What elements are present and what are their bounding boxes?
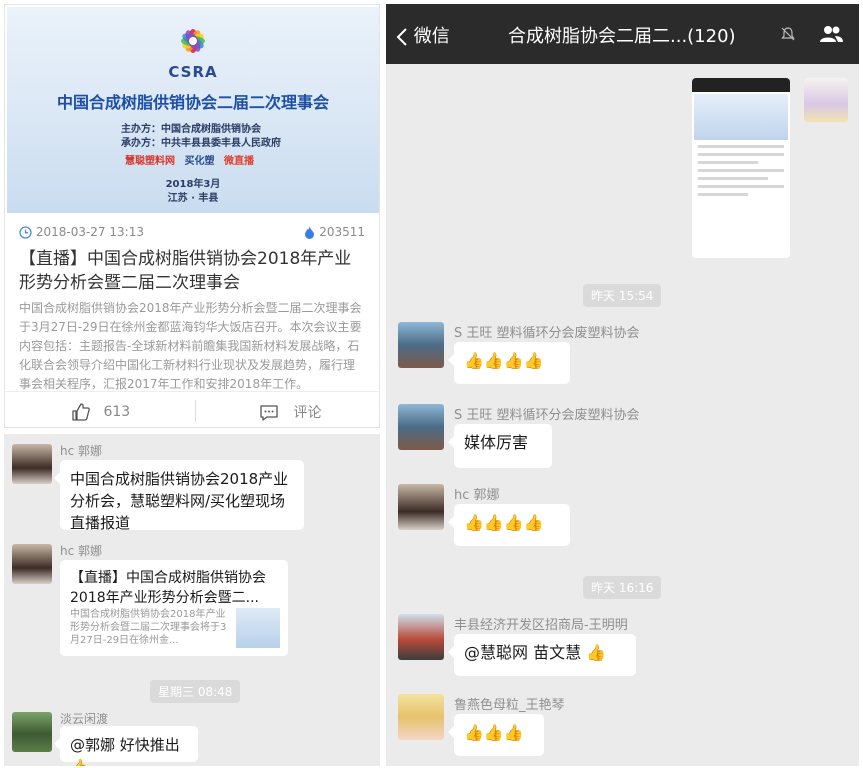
link-card-thumbnail — [236, 608, 280, 648]
article-meta: 2018-03-27 13:13 203511 — [19, 223, 365, 243]
screenshot-line — [698, 161, 758, 164]
article-card[interactable]: CSRA 中国合成树脂供销协会二届二次理事会 主办方：中国合成树脂供销协会 承办… — [4, 4, 380, 428]
screenshot-line — [698, 193, 748, 196]
message-bubble[interactable]: 中国合成树脂供销协会2018产业分析会，慧聪塑料网/买化塑现场直播报道 — [54, 460, 304, 532]
avatar[interactable] — [398, 614, 444, 660]
back-button[interactable]: 微信 — [396, 22, 450, 48]
article-title[interactable]: 【直播】中国合成树脂供销协会2018年产业形势分析会暨二届二次理事会 — [19, 247, 365, 295]
like-count: 613 — [103, 404, 131, 420]
clock-icon — [19, 226, 32, 239]
like-button[interactable]: 613 — [71, 402, 130, 422]
time-divider: 昨天 15:54 — [583, 284, 662, 307]
sender-name: 淡云闲渡 — [60, 712, 109, 726]
message-bubble[interactable]: @慧聪网 苗文慧 👍 — [448, 634, 636, 676]
screenshot-message[interactable] — [692, 78, 790, 258]
comment-button[interactable]: 评论 — [259, 402, 321, 422]
message-bubble[interactable]: 👍👍👍👍 — [448, 504, 570, 546]
chat-panel-left: hc 郭娜 中国合成树脂供销协会2018产业分析会，慧聪塑料网/买化塑现场直播报… — [4, 434, 380, 766]
screenshot-header — [692, 78, 790, 92]
thumbs-up-icon — [72, 403, 90, 421]
avatar[interactable] — [804, 78, 848, 122]
avatar[interactable] — [398, 694, 444, 740]
mute-icon — [781, 27, 795, 41]
comment-label: 评论 — [293, 405, 322, 421]
link-card-title: 【直播】中国合成树脂供销协会2018年产业形势分析会暨二... — [70, 570, 266, 606]
avatar[interactable] — [12, 544, 52, 584]
screenshot-line — [698, 185, 784, 188]
chat-panel-right: 微信 合成树脂协会二届二...(120) 昨天 15:54 S 王旺 塑料循环分… — [386, 4, 859, 766]
article-banner: CSRA 中国合成树脂供销协会二届二次理事会 主办方：中国合成树脂供销协会 承办… — [7, 7, 379, 213]
screenshot-line — [698, 169, 784, 172]
screenshot-line — [698, 153, 784, 156]
article-actions: 613 评论 — [5, 391, 379, 427]
sender-name: hc 郭娜 — [454, 488, 500, 503]
link-card-description: 中国合成树脂供销协会2018年产业形势分析会暨二届二次理事会将于3月27日-29… — [70, 609, 227, 646]
article-views: 203511 — [304, 225, 365, 239]
banner-date: 2018年3月 — [165, 179, 221, 190]
chat-title: 合成树脂协会二届二...(120) — [508, 26, 736, 47]
avatar[interactable] — [398, 484, 444, 530]
comment-icon — [260, 405, 278, 421]
chat-header: 微信 合成树脂协会二届二...(120) — [386, 4, 859, 64]
avatar[interactable] — [12, 444, 52, 484]
sender-name: 鲁燕色母粒_王艳琴 — [454, 698, 565, 713]
action-divider — [195, 400, 196, 422]
sender-name: hc 郭娜 — [60, 444, 103, 458]
csra-logo-icon — [181, 29, 205, 53]
message-bubble[interactable]: 👍👍👍👍 — [448, 342, 570, 384]
banner-brand: CSRA — [168, 63, 218, 81]
avatar[interactable] — [398, 322, 444, 368]
article-datetime: 2018-03-27 13:13 — [19, 225, 144, 239]
banner-organizer: 主办方：中国合成树脂供销协会 — [121, 124, 261, 135]
banner-location: 江苏 · 丰县 — [167, 193, 219, 204]
screenshot-line — [698, 145, 784, 148]
sender-name: S 王旺 塑料循环分会废塑料协会 — [454, 326, 640, 341]
banner-logo-weizhibo: 微直播 — [223, 156, 254, 167]
message-bubble[interactable]: 媒体厉害 — [448, 424, 552, 468]
time-divider: 昨天 16:16 — [583, 576, 662, 599]
banner-logos: 慧聪塑料网 买化塑 微直播 — [125, 152, 275, 168]
banner-host: 承办方：中共丰县县委丰县人民政府 — [121, 138, 281, 149]
flame-icon — [305, 226, 315, 239]
sender-name: hc 郭娜 — [60, 544, 103, 558]
message-bubble[interactable]: 👍👍👍 — [448, 714, 544, 756]
avatar[interactable] — [12, 712, 52, 752]
group-members-icon[interactable] — [818, 24, 844, 44]
chevron-left-icon — [396, 28, 407, 46]
message-bubble[interactable]: @郭娜 好快推出👍 — [54, 726, 198, 766]
screenshot-line — [698, 177, 768, 180]
article-summary: 中国合成树脂供销协会2018年产业形势分析会暨二届二次理事会于3月27日-29日… — [19, 301, 362, 391]
screenshot-banner — [694, 94, 788, 140]
banner-title: 中国合成树脂供销协会二届二次理事会 — [56, 93, 329, 112]
link-card-message[interactable]: 【直播】中国合成树脂供销协会2018年产业形势分析会暨二... 中国合成树脂供销… — [60, 560, 288, 656]
sender-name: S 王旺 塑料循环分会废塑料协会 — [454, 408, 640, 423]
sender-name: 丰县经济开发区招商局-王明明 — [454, 618, 628, 633]
time-divider: 星期三 08:48 — [150, 680, 241, 703]
banner-logo-maihuasu: 买化塑 — [184, 156, 215, 167]
banner-logo-huicong: 慧聪塑料网 — [125, 156, 175, 167]
avatar[interactable] — [398, 404, 444, 450]
